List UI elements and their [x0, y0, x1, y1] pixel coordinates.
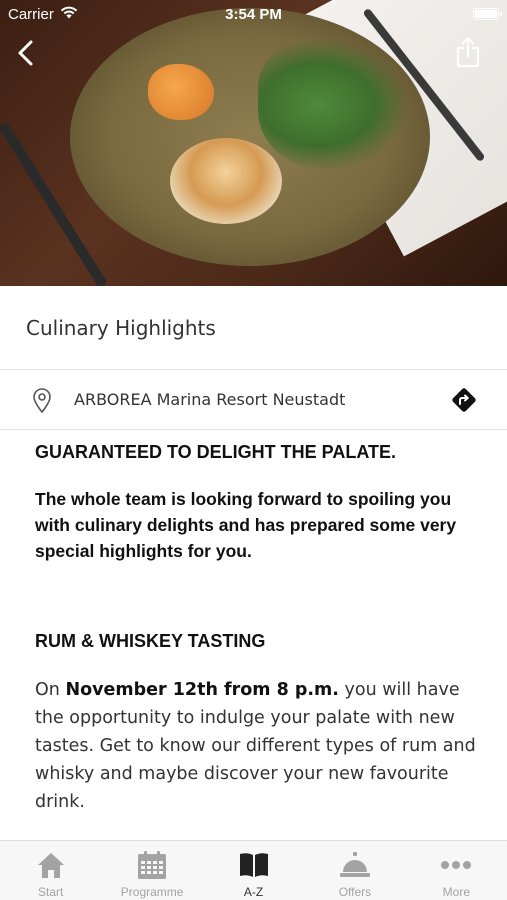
- food-garnish: [148, 64, 214, 120]
- tab-programme-label: Programme: [120, 885, 184, 899]
- tab-offers[interactable]: Offers: [304, 841, 405, 900]
- event-date: November 12th from 8 p.m.: [65, 680, 339, 700]
- article-intro: The whole team is looking forward to spo…: [35, 489, 457, 561]
- chevron-left-icon: [18, 40, 33, 66]
- map-pin-icon: [32, 388, 52, 419]
- event-heading: RUM & WHISKEY TASTING: [35, 631, 266, 651]
- tab-start[interactable]: Start: [0, 841, 101, 900]
- location-label: ARBOREA Marina Resort Neustadt: [74, 390, 346, 409]
- share-icon: [456, 36, 480, 68]
- share-button[interactable]: [452, 34, 484, 70]
- calendar-icon: [137, 849, 167, 881]
- article-heading: GUARANTEED TO DELIGHT THE PALATE.: [35, 442, 397, 462]
- status-bar: Carrier 3:54 PM: [0, 0, 507, 28]
- back-button[interactable]: [10, 36, 40, 70]
- event-description: On November 12th from 8 p.m. you will ha…: [35, 676, 480, 816]
- tab-start-label: Start: [38, 885, 64, 899]
- tab-a-z[interactable]: A-Z: [203, 841, 304, 900]
- directions-icon[interactable]: [451, 387, 477, 418]
- location-row[interactable]: ARBOREA Marina Resort Neustadt: [0, 370, 507, 430]
- hero-image: [0, 0, 507, 286]
- tab-more[interactable]: More: [406, 841, 507, 900]
- status-time: 3:54 PM: [225, 5, 282, 23]
- battery-icon: [473, 8, 502, 20]
- tab-programme[interactable]: Programme: [101, 841, 202, 900]
- event-lead: On: [35, 680, 66, 700]
- more-dots-icon: [440, 849, 472, 881]
- book-icon: [238, 849, 270, 881]
- page-title: Culinary Highlights: [0, 286, 507, 370]
- tab-a-z-label: A-Z: [243, 885, 264, 899]
- service-bell-icon: [339, 849, 371, 881]
- tab-more-label: More: [442, 885, 470, 899]
- tab-bar: Start Programme A-Z Offers More: [0, 840, 507, 900]
- food-main: [170, 138, 282, 224]
- home-icon: [36, 849, 66, 881]
- tab-offers-label: Offers: [338, 885, 372, 899]
